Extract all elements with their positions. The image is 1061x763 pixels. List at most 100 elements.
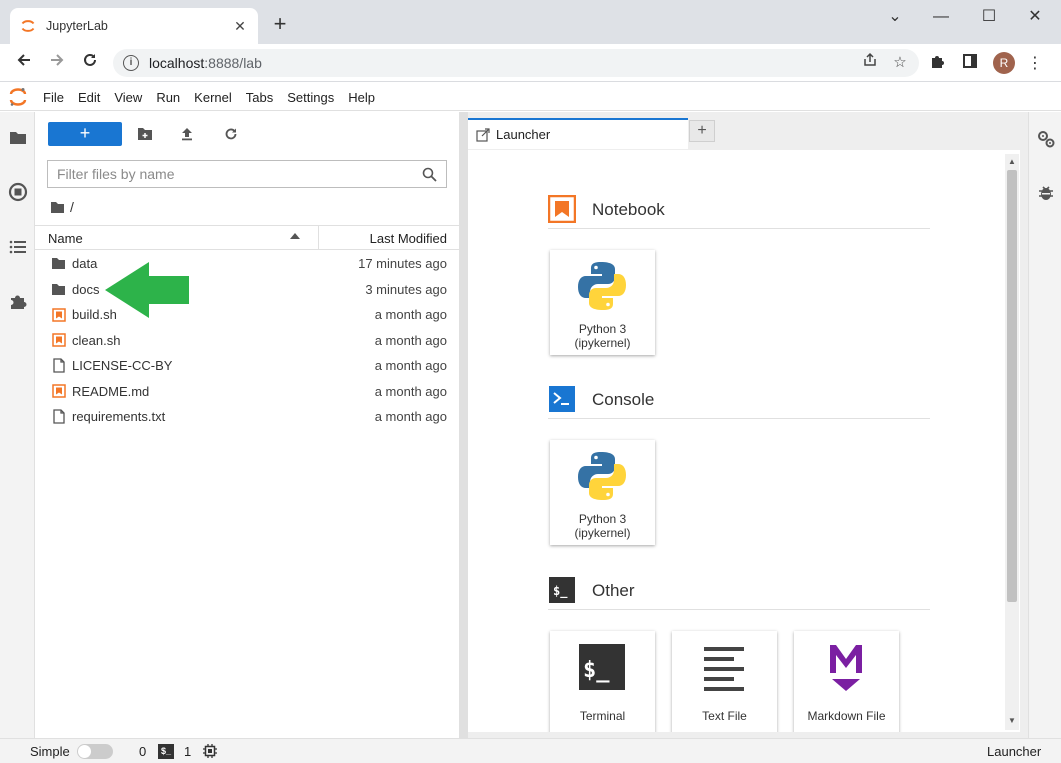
close-window-icon[interactable]: ✕ bbox=[1012, 6, 1058, 28]
menu-settings[interactable]: Settings bbox=[280, 84, 341, 111]
text-file-card[interactable]: Text File bbox=[672, 631, 777, 732]
file-name: LICENSE-CC-BY bbox=[72, 358, 173, 373]
kernel-count[interactable]: 0 bbox=[139, 744, 146, 759]
file-row-docs[interactable]: docs 3 minutes ago bbox=[35, 277, 459, 303]
browser-titlebar: JupyterLab ✕ + ⌄ — ☐ ✕ bbox=[0, 0, 1061, 44]
profile-avatar[interactable]: R bbox=[993, 52, 1015, 74]
section-header: $_ Other bbox=[548, 574, 930, 610]
table-of-contents-icon[interactable] bbox=[7, 236, 29, 258]
left-activity-bar bbox=[0, 112, 35, 738]
terminal-icon: $_ bbox=[579, 644, 625, 690]
breadcrumb-folder-icon[interactable] bbox=[50, 201, 65, 214]
running-sessions-icon[interactable] bbox=[7, 181, 29, 203]
reload-icon[interactable] bbox=[78, 51, 102, 75]
folder-icon bbox=[51, 256, 66, 271]
tab-search-icon[interactable]: ⌄ bbox=[872, 6, 918, 28]
kernel-chip-icon[interactable] bbox=[202, 743, 218, 759]
file-row-build-sh[interactable]: build.sh a month ago bbox=[35, 302, 459, 328]
menu-help[interactable]: Help bbox=[341, 84, 382, 111]
url-host: localhost bbox=[149, 55, 205, 71]
file-modified: 17 minutes ago bbox=[358, 256, 447, 271]
folder-icon bbox=[51, 282, 66, 297]
script-file-icon bbox=[51, 333, 66, 348]
scroll-up-icon[interactable]: ▲ bbox=[1007, 157, 1017, 167]
terminal-count[interactable]: 1 bbox=[184, 744, 191, 759]
menu-edit[interactable]: Edit bbox=[71, 84, 107, 111]
new-tab-button[interactable]: + bbox=[268, 12, 292, 36]
scroll-down-icon[interactable]: ▼ bbox=[1007, 716, 1017, 726]
new-folder-icon[interactable] bbox=[134, 124, 156, 144]
breadcrumb-root[interactable]: / bbox=[70, 199, 74, 215]
chrome-menu-icon[interactable]: ⋮ bbox=[1024, 53, 1046, 75]
file-modified: a month ago bbox=[374, 358, 447, 373]
menu-view[interactable]: View bbox=[107, 84, 149, 111]
terminal-card[interactable]: $_ Terminal bbox=[550, 631, 655, 732]
notebook-python3-card[interactable]: Python 3 (ipykernel) bbox=[550, 250, 655, 355]
menu-tabs[interactable]: Tabs bbox=[239, 84, 280, 111]
file-modified: a month ago bbox=[374, 332, 447, 348]
svg-text:$_: $_ bbox=[553, 584, 568, 599]
file-row-license[interactable]: LICENSE-CC-BY a month ago bbox=[35, 353, 459, 379]
close-tab-icon[interactable]: ✕ bbox=[232, 18, 248, 35]
url-text[interactable]: localhost:8888/lab bbox=[149, 55, 859, 71]
upload-icon[interactable] bbox=[176, 124, 198, 144]
menu-kernel[interactable]: Kernel bbox=[187, 84, 239, 111]
forward-icon[interactable] bbox=[45, 51, 69, 75]
markdown-file-card[interactable]: Markdown File bbox=[794, 631, 899, 732]
file-name: data bbox=[72, 256, 98, 271]
file-browser-folder-icon[interactable] bbox=[7, 127, 29, 149]
new-launcher-button[interactable]: + bbox=[48, 122, 122, 146]
launcher-tab-icon bbox=[476, 127, 490, 142]
section-header: Console bbox=[548, 383, 930, 419]
refresh-icon[interactable] bbox=[220, 124, 242, 144]
file-row-data[interactable]: data 17 minutes ago bbox=[35, 251, 459, 277]
property-inspector-gears-icon[interactable] bbox=[1035, 128, 1057, 150]
file-row-clean-sh[interactable]: clean.sh a month ago bbox=[35, 328, 459, 354]
file-icon bbox=[51, 409, 66, 424]
simple-mode-toggle[interactable] bbox=[77, 744, 113, 759]
side-panel-icon[interactable] bbox=[959, 53, 981, 75]
python-logo-icon bbox=[578, 262, 626, 310]
console-python3-card[interactable]: Python 3 (ipykernel) bbox=[550, 440, 655, 545]
notebook-icon bbox=[548, 195, 576, 223]
column-divider[interactable] bbox=[318, 226, 319, 250]
other-terminal-icon: $_ bbox=[549, 577, 575, 603]
debugger-bug-icon[interactable] bbox=[1035, 182, 1057, 204]
extensions-puzzle-icon[interactable] bbox=[927, 53, 949, 75]
browser-tab[interactable]: JupyterLab ✕ bbox=[10, 8, 258, 44]
menu-file[interactable]: File bbox=[36, 84, 71, 111]
menu-run[interactable]: Run bbox=[149, 84, 187, 111]
file-row-readme[interactable]: README.md a month ago bbox=[35, 379, 459, 405]
back-icon[interactable] bbox=[12, 51, 36, 75]
card-label: Markdown File bbox=[807, 709, 886, 723]
address-bar[interactable]: i localhost:8888/lab ☆ bbox=[113, 49, 919, 77]
maximize-icon[interactable]: ☐ bbox=[966, 6, 1012, 28]
tab-launcher-label: Launcher bbox=[496, 127, 551, 142]
launcher-scrollbar-thumb[interactable] bbox=[1007, 170, 1017, 602]
jupyter-menubar: File Edit View Run Kernel Tabs Settings … bbox=[0, 84, 1061, 111]
extension-manager-puzzle-icon[interactable] bbox=[7, 290, 29, 312]
share-icon[interactable] bbox=[859, 52, 881, 74]
file-row-requirements[interactable]: requirements.txt a month ago bbox=[35, 404, 459, 430]
card-label-line1: Python 3 bbox=[578, 512, 627, 526]
minimize-icon[interactable]: — bbox=[918, 6, 964, 28]
column-header-last-modified[interactable]: Last Modified bbox=[370, 231, 447, 246]
filter-files-input[interactable] bbox=[57, 166, 422, 182]
bookmark-star-icon[interactable]: ☆ bbox=[889, 52, 911, 74]
sort-ascending-icon bbox=[290, 233, 300, 239]
file-browser-panel: + / Name Last Modified data 17 minutes a… bbox=[35, 112, 459, 738]
panel-splitter[interactable] bbox=[459, 112, 468, 738]
terminal-status-icon[interactable]: $_ bbox=[158, 744, 174, 759]
column-header-name[interactable]: Name bbox=[48, 231, 83, 246]
card-label-line2: (ipykernel) bbox=[574, 336, 631, 350]
section-header: Notebook bbox=[548, 193, 930, 229]
svg-text:$_: $_ bbox=[583, 658, 610, 683]
add-tab-button[interactable]: + bbox=[689, 120, 715, 142]
launcher-panel: Notebook Python 3 (ipykernel) Console Py… bbox=[468, 150, 1020, 732]
card-label: Text File bbox=[702, 709, 747, 723]
browser-toolbar: i localhost:8888/lab ☆ ⋮ bbox=[0, 44, 1061, 82]
file-modified: 3 minutes ago bbox=[365, 281, 447, 297]
tab-launcher[interactable]: Launcher bbox=[468, 118, 688, 149]
section-notebook: Notebook bbox=[548, 193, 930, 229]
site-info-icon[interactable]: i bbox=[123, 55, 139, 71]
